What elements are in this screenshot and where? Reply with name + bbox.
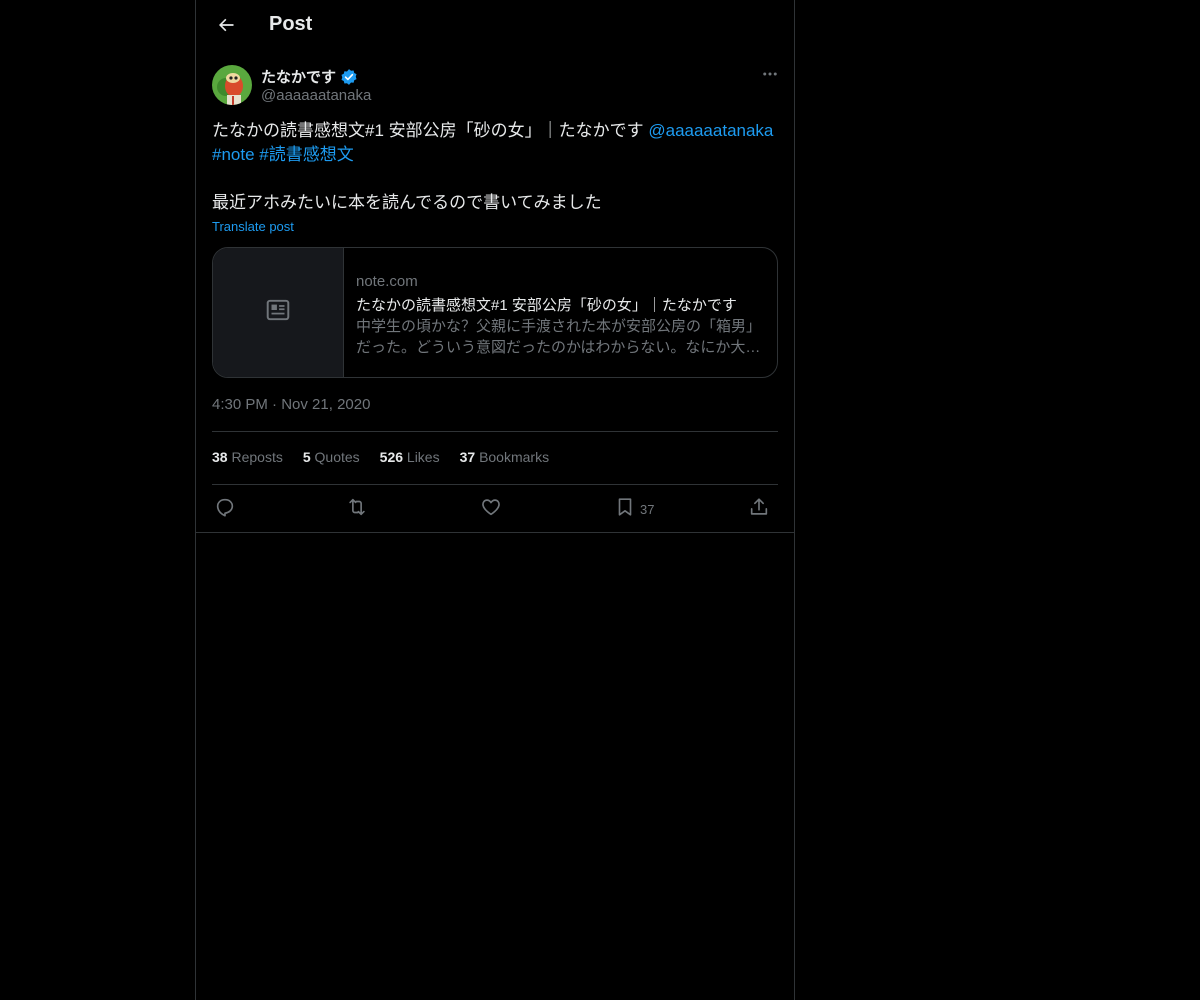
post-detail-column: Post たなかです @aaaaaatanaka たなかの読書感想文#1 安部公…	[195, 0, 795, 1000]
mention-link[interactable]: @aaaaaatanaka	[648, 121, 773, 140]
arrow-left-icon	[216, 15, 236, 40]
avatar[interactable]	[212, 65, 252, 105]
card-domain: note.com	[356, 273, 418, 290]
author-name-text: たなかです	[261, 69, 337, 86]
post-time: 4:30 PM	[212, 396, 268, 413]
reply-icon	[214, 496, 236, 523]
heart-icon	[480, 496, 502, 523]
card-title: たなかの読書感想文#1 安部公房「砂の女」｜たなかです	[356, 297, 737, 314]
timestamp-separator: ·	[272, 396, 278, 413]
post-text-main: たなかの読書感想文#1 安部公房「砂の女」｜たなかです	[212, 121, 649, 140]
reposts-label: Reposts	[231, 449, 283, 465]
link-card[interactable]: note.com たなかの読書感想文#1 安部公房「砂の女」｜たなかです 中学生…	[212, 247, 778, 378]
post-bottom-border	[196, 532, 794, 533]
post-timestamp[interactable]: 4:30 PM · Nov 21, 2020	[212, 396, 370, 413]
card-thumbnail	[213, 248, 344, 377]
share-icon	[748, 496, 770, 523]
bookmark-icon	[614, 496, 636, 523]
repost-button[interactable]	[346, 494, 368, 524]
post-body: たなかの読書感想文#1 安部公房「砂の女」｜たなかです @aaaaaatanak…	[212, 119, 780, 215]
hashtag-note[interactable]: #note	[212, 145, 255, 164]
post-paragraph-1: たなかの読書感想文#1 安部公房「砂の女」｜たなかです @aaaaaatanak…	[212, 119, 780, 167]
divider	[212, 431, 778, 432]
engagement-stats: 38 Reposts 5 Quotes 526 Likes 37 Bookmar…	[212, 449, 569, 465]
more-icon	[761, 65, 779, 88]
back-button[interactable]	[208, 9, 244, 45]
likes-stat[interactable]: 526 Likes	[380, 449, 440, 465]
quotes-label: Quotes	[314, 449, 360, 465]
card-description: 中学生の頃かな？父親に手渡された本が安部公房の「箱男」だった。どういう意図だった…	[356, 318, 762, 356]
reposts-count: 38	[212, 449, 228, 465]
bookmarks-count: 37	[459, 449, 476, 465]
author-name[interactable]: たなかです	[261, 66, 358, 87]
bookmarks-label: Bookmarks	[479, 449, 550, 465]
verified-badge-icon	[340, 68, 358, 86]
like-button[interactable]	[480, 494, 502, 524]
page-title: Post	[269, 13, 313, 35]
action-bar: 37	[212, 494, 778, 524]
more-options-button[interactable]	[758, 64, 782, 88]
likes-count: 526	[379, 449, 404, 465]
post-date: Nov 21, 2020	[281, 396, 371, 413]
bookmark-button[interactable]: 37	[614, 494, 654, 524]
share-button[interactable]	[748, 494, 770, 524]
quotes-stat[interactable]: 5 Quotes	[303, 449, 360, 465]
hashtag-reading[interactable]: #読書感想文	[259, 145, 353, 164]
article-icon	[265, 297, 291, 328]
page-header: Post	[196, 0, 794, 53]
post-paragraph-2: 最近アホみたいに本を読んでるので書いてみました	[212, 193, 602, 212]
bookmarks-stat[interactable]: 37 Bookmarks	[460, 449, 550, 465]
reply-button[interactable]	[214, 494, 236, 524]
author-handle[interactable]: @aaaaaatanaka	[261, 87, 371, 104]
repost-icon	[346, 496, 368, 523]
bookmark-count: 37	[640, 501, 655, 517]
translate-post-link[interactable]: Translate post	[212, 219, 294, 234]
quotes-count: 5	[302, 449, 311, 465]
reposts-stat[interactable]: 38 Reposts	[212, 449, 283, 465]
likes-label: Likes	[406, 449, 440, 465]
divider	[212, 484, 778, 485]
